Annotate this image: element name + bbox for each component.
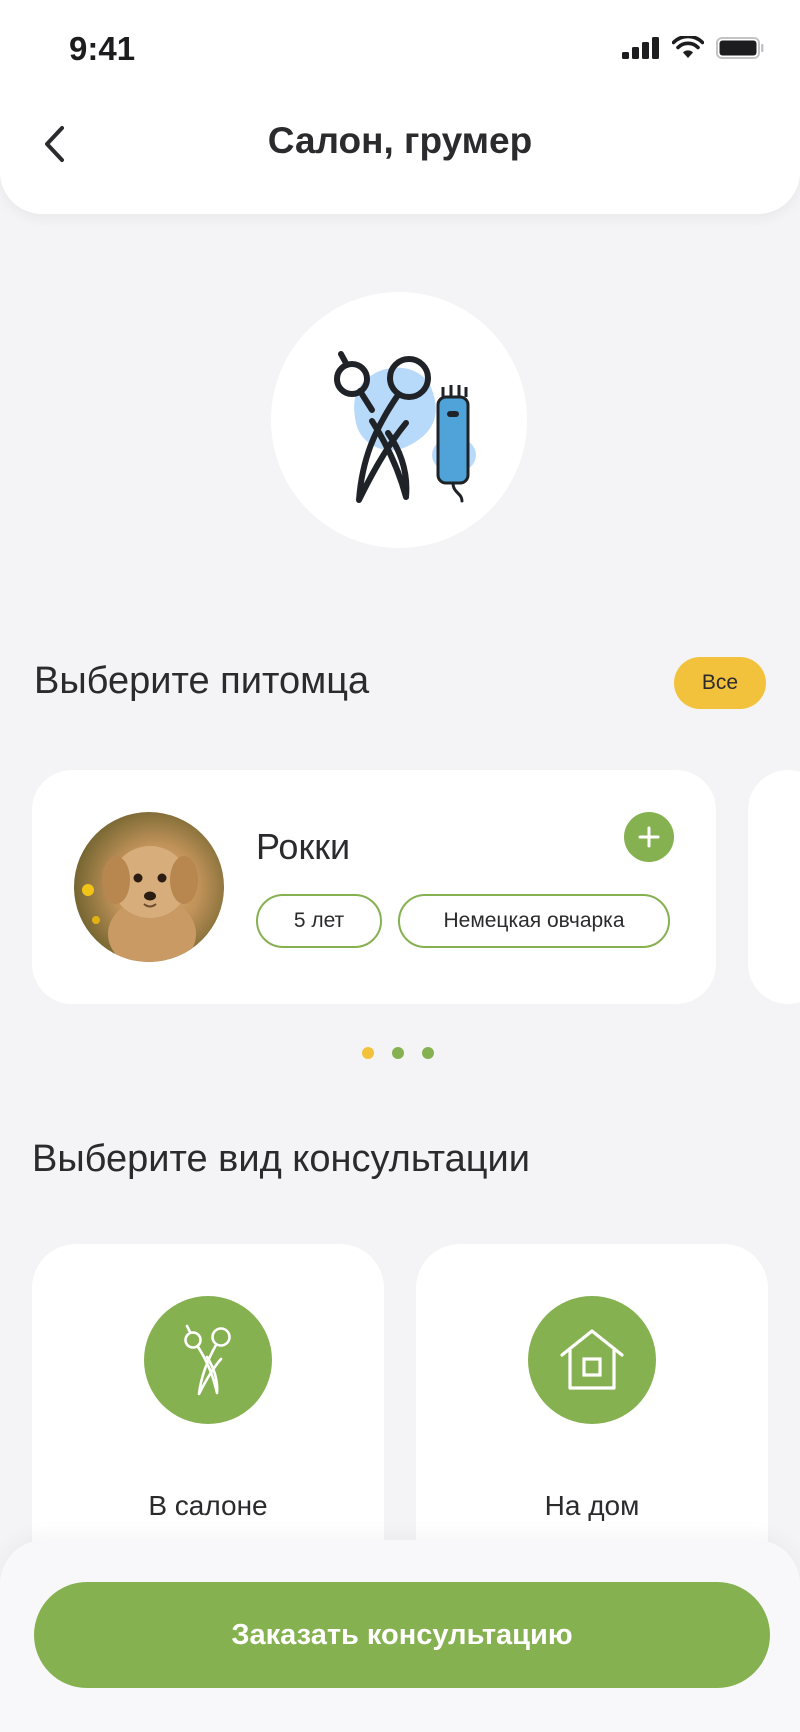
- pet-card[interactable]: Рокки 5 лет Немецкая овчарка: [32, 770, 716, 1004]
- wifi-icon: [672, 36, 704, 58]
- battery-icon: [716, 37, 764, 59]
- header-bar: 9:41 Салон, грумер: [0, 0, 800, 214]
- consult-option-label: На дом: [544, 1490, 640, 1521]
- all-pets-button[interactable]: Все: [674, 657, 766, 709]
- plus-icon: [638, 826, 660, 848]
- pagination-dot[interactable]: [392, 1047, 404, 1059]
- pet-avatar: [74, 812, 224, 962]
- add-pet-button[interactable]: [624, 812, 674, 862]
- pet-name: Рокки: [256, 826, 351, 867]
- consult-option-label: В салоне: [148, 1490, 268, 1521]
- scissors-clipper-icon: [334, 351, 476, 503]
- pet-breed-chip: Немецкая овчарка: [398, 894, 670, 948]
- pet-age-chip: 5 лет: [256, 894, 382, 948]
- order-consultation-button[interactable]: Заказать консультацию: [34, 1582, 770, 1688]
- consult-icon-circle: [528, 1296, 656, 1424]
- pagination-dot-active[interactable]: [362, 1047, 374, 1059]
- pet-pagination: [362, 1047, 434, 1059]
- cellular-signal-icon: [622, 37, 659, 59]
- hero-illustration: [271, 292, 527, 548]
- next-pet-card[interactable]: [748, 770, 800, 1004]
- consult-section-title: Выберите вид консультации: [32, 1138, 530, 1180]
- status-time: 9:41: [69, 30, 136, 67]
- status-icons: [622, 36, 764, 60]
- bottom-action-bar: Заказать консультацию: [0, 1540, 800, 1732]
- scissors-icon: [184, 1324, 231, 1396]
- consult-icon-circle: [144, 1296, 272, 1424]
- pagination-dot[interactable]: [422, 1047, 434, 1059]
- pet-section-title: Выберите питомца: [34, 660, 370, 702]
- page-title: Салон, грумер: [267, 120, 533, 161]
- dog-photo: [82, 846, 198, 962]
- house-icon: [560, 1329, 624, 1390]
